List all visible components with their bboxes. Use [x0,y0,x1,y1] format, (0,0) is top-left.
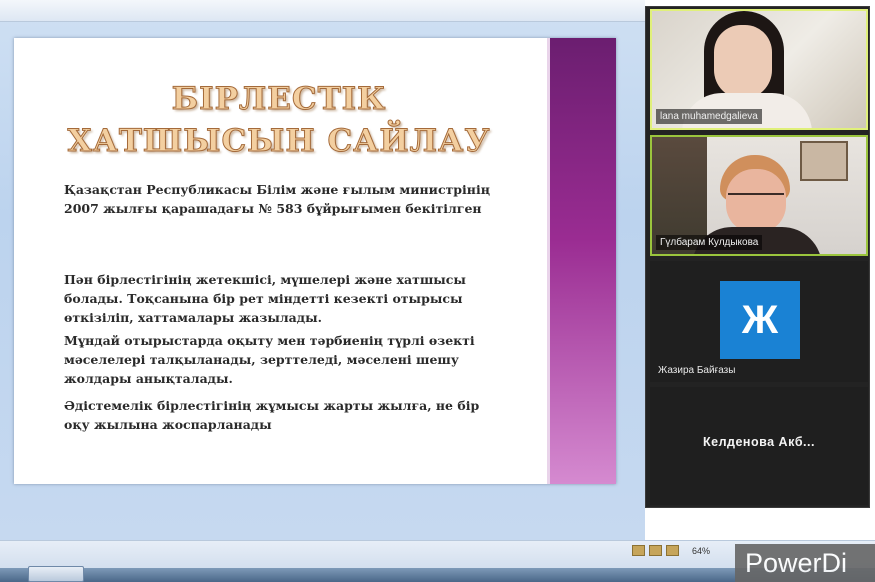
slide-paragraph-1: Қазақстан Республикасы Білім және ғылым … [64,182,490,216]
participant-name: Гүлбарам Кулдыкова [656,235,763,250]
normal-view-icon[interactable] [632,545,645,556]
zoom-level[interactable]: 64% [692,546,710,556]
participant-video-glasses [728,193,784,203]
taskbar-app-button[interactable] [28,566,84,582]
participant-name: lana muhamedgalieva [656,109,762,124]
participant-name: Жазира Байғазы [658,365,736,376]
slide-title: БІРЛЕСТІК ХАТШЫСЫН САЙЛАУ [44,78,514,162]
participant-name: Келденова Акб... [703,435,815,449]
slide-title-line2: ХАТШЫСЫН САЙЛАУ [67,123,491,160]
participant-tile[interactable]: Келденова Акб... [650,387,868,505]
slideshow-icon[interactable] [666,545,679,556]
slide-paragraph-4: Әдістемелік бірлестігінің жұмысы жарты ж… [64,398,480,432]
slide-paragraph-3: Мұндай отырыстарда оқыту мен тәрбиенің т… [64,333,475,386]
participant-tile[interactable]: lana muhamedgalieva [650,9,868,130]
participant-tile[interactable]: Гүлбарам Кулдыкова [650,135,868,256]
watermark: PowerDi [735,544,875,582]
slide-decorative-band [547,38,616,484]
avatar: Ж [720,281,800,359]
editor-top-strip [0,0,645,22]
participant-video-background [800,141,848,181]
participant-video-face [714,25,772,99]
slide-sorter-icon[interactable] [649,545,662,556]
participants-panel: lana muhamedgalieva Гүлбарам Кулдыкова Ж… [645,6,870,508]
slide-paragraph-2: Пән бірлестігінің жетекшісі, мүшелері жә… [64,272,466,325]
slide-title-line1: БІРЛЕСТІК [171,81,387,118]
view-buttons [632,545,679,556]
presentation-slide[interactable]: БІРЛЕСТІК ХАТШЫСЫН САЙЛАУ Қазақстан Респ… [14,38,616,484]
participant-tile[interactable]: Ж Жазира Байғазы [650,261,868,382]
